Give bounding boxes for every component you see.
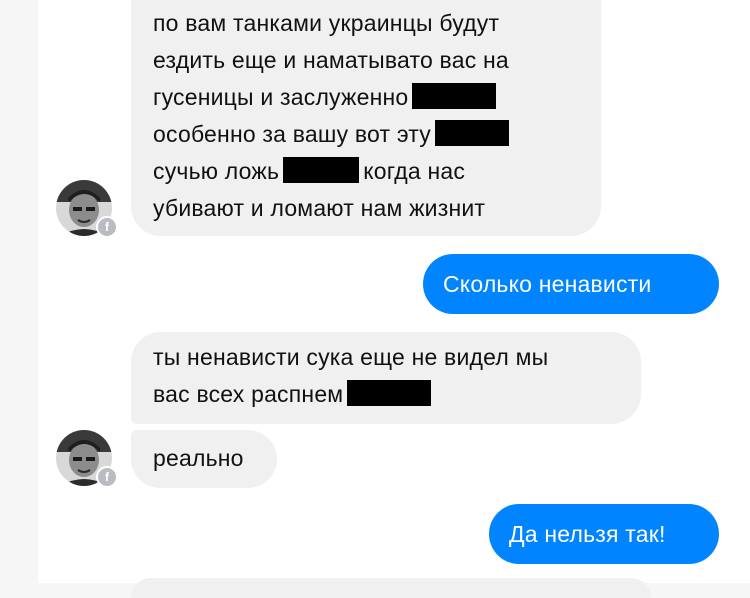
message-line: по вам танками украинцы будут [153,10,500,36]
sender-avatar[interactable]: f [56,180,118,238]
message-text: когда нас [363,158,466,184]
outgoing-message-bubble: Сколько ненависти [423,254,719,314]
redaction-box [412,83,497,109]
message-line: особенно за вашу вот эту [153,117,579,154]
redaction-box [347,380,432,406]
incoming-message-bubble: реально [131,430,277,488]
facebook-icon: f [96,216,118,238]
facebook-icon: f [96,466,118,488]
next-message-bubble-edge [131,578,651,598]
outgoing-message-bubble: Да нельзя так! [489,504,719,564]
message-line: ездить еще и наматывато вас на [153,47,509,73]
message-text: гусеницы и заслуженно [153,84,409,110]
message-thread: по вам танками украинцы будут ездить еще… [38,0,750,598]
message-line: ты ненависти сука еще не видел мы [153,344,549,370]
message-text: сучью ложь [153,158,280,184]
message-line: вас всех распнем [153,377,619,414]
redaction-box [283,157,360,183]
message-line: сучью ложь когда нас [153,154,579,191]
sender-avatar[interactable]: f [56,430,118,488]
message-text: особенно за вашу вот эту [153,121,431,147]
incoming-message-bubble: по вам танками украинцы будут ездить еще… [131,0,601,236]
message-line: гусеницы и заслуженно [153,80,579,117]
incoming-message-bubble: ты ненависти сука еще не видел мы вас вс… [131,332,641,424]
redaction-box [434,120,509,146]
message-text: вас всех распнем [153,381,344,407]
message-line: убивают и ломают нам жизнит [153,195,486,221]
